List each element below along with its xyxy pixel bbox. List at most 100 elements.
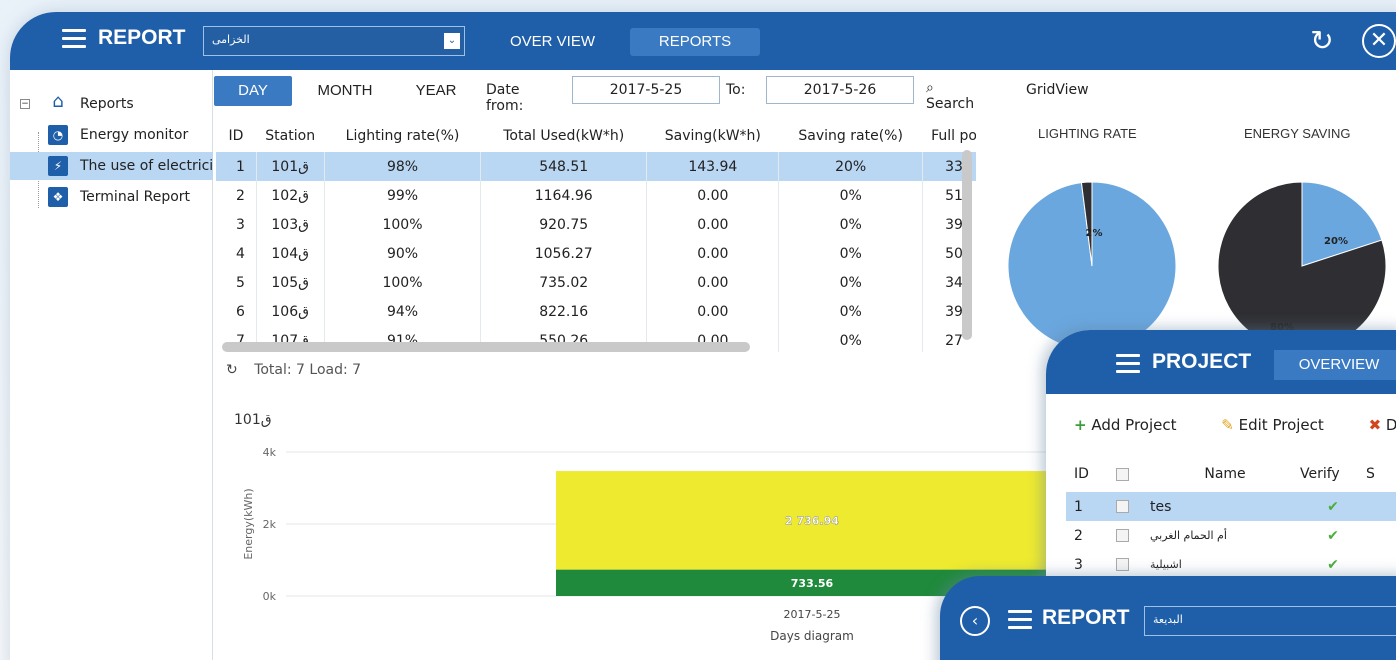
tree-root-reports[interactable]: − ⌂ Reports [10, 90, 213, 118]
column-header-lighting-rate[interactable]: Lighting rate(%) [324, 120, 481, 152]
search-button[interactable]: ⌕ Search [926, 80, 974, 112]
station-select[interactable]: الخزامى ⌄ [203, 26, 465, 56]
table-row[interactable]: 2 ق102 99% 1164.96 0.00 0% 51 [216, 181, 976, 210]
sidebar-item-electricity[interactable]: ⚡ The use of electricit [10, 152, 213, 180]
gridview-button[interactable]: GridView [1026, 82, 1089, 98]
reload-icon[interactable]: ↻ [226, 362, 238, 378]
table-cell: 0% [778, 239, 923, 268]
close-icon[interactable]: ✕ [1362, 24, 1396, 58]
table-row[interactable]: 1 ق101 98% 548.51 143.94 20% 33 [216, 152, 976, 181]
column-header-id[interactable]: ID [1066, 456, 1116, 492]
y-tick-label: 0k [263, 590, 277, 603]
menu-icon[interactable] [1008, 610, 1032, 630]
back-icon[interactable]: ‹ [960, 606, 990, 636]
table-cell: 0% [778, 326, 923, 352]
table-cell: 1 [216, 152, 257, 181]
gauge-icon: ◔ [48, 125, 68, 145]
pie-charts: 98%2%20%80% [1007, 181, 1387, 350]
tab-day[interactable]: DAY [214, 76, 292, 106]
column-header-verify[interactable]: Verify [1300, 456, 1366, 492]
column-header-saving[interactable]: Saving(kW*h) [646, 120, 779, 152]
verify-cell: ✔ [1300, 521, 1366, 550]
nav-overview-button[interactable]: OVER VIEW [490, 28, 615, 56]
project-row[interactable]: 1 tes ✔ [1066, 492, 1396, 521]
row-checkbox-cell[interactable] [1116, 492, 1150, 521]
window-title: REPORT [98, 26, 186, 49]
report-window-2: ‹ REPORT البديعة [940, 576, 1396, 660]
table-cell: 0.00 [646, 297, 780, 326]
column-header-station[interactable]: Station [256, 120, 325, 152]
horizontal-scrollbar[interactable] [222, 342, 750, 352]
plus-icon: + [1074, 416, 1087, 434]
project-name: أم الحمام الغربي [1150, 529, 1227, 542]
table-cell: 0.00 [646, 181, 780, 210]
row-checkbox-cell[interactable] [1116, 521, 1150, 550]
column-header-id[interactable]: ID [216, 120, 256, 152]
sidebar-item-label: Energy monitor [80, 127, 189, 143]
check-icon: ✔ [1327, 498, 1339, 515]
column-header-name[interactable]: Name [1150, 456, 1300, 492]
table-row[interactable]: 6 ق106 94% 822.16 0.00 0% 39 [216, 297, 976, 326]
pie-label: 2% [1086, 228, 1103, 239]
date-to-input[interactable]: 2017-5-26 [766, 76, 914, 104]
vertical-scrollbar[interactable] [962, 150, 972, 340]
date-from-input[interactable]: 2017-5-25 [572, 76, 720, 104]
table-cell: 143.94 [646, 152, 780, 181]
station-select-value: الخزامى [212, 33, 250, 46]
lighting-rate-title: LIGHTING RATE [1038, 126, 1137, 141]
row-checkbox[interactable] [1116, 558, 1129, 571]
table-cell: ق103 [256, 210, 325, 239]
grid-footer: ↻ Total: 7 Load: 7 [226, 362, 361, 378]
sidebar-item-terminal-report[interactable]: ❖ Terminal Report [10, 183, 213, 211]
table-cell: 0.00 [646, 239, 780, 268]
table-cell: 1164.96 [480, 181, 648, 210]
menu-icon[interactable] [62, 29, 86, 49]
menu-icon[interactable] [1116, 354, 1140, 374]
table-row[interactable]: 4 ق104 90% 1056.27 0.00 0% 50 [216, 239, 976, 268]
edit-project-label: Edit Project [1238, 416, 1324, 434]
delete-icon: ✖ [1368, 416, 1382, 434]
column-header-full-power[interactable]: Full po [922, 120, 976, 152]
edit-project-button[interactable]: ✎ Edit Project [1221, 416, 1344, 434]
row-checkbox[interactable] [1116, 500, 1129, 513]
row-checkbox-cell[interactable] [1116, 550, 1150, 579]
column-header-saving-rate[interactable]: Saving rate(%) [778, 120, 923, 152]
add-project-label: Add Project [1091, 416, 1177, 434]
project-toolbar: + Add Project ✎ Edit Project ✖ De [1074, 416, 1396, 434]
collapse-icon[interactable]: − [20, 99, 30, 109]
project-table: ID Name Verify S 1 tes ✔ 2 أم الحمام الغربي ✔… [1066, 456, 1396, 579]
refresh-icon[interactable]: ↻ [1305, 24, 1339, 58]
check-icon: ✔ [1327, 527, 1339, 544]
table-cell: 94% [324, 297, 482, 326]
sidebar: − ⌂ Reports ◔ Energy monitor ⚡ The use o… [10, 70, 213, 660]
row-checkbox[interactable] [1116, 529, 1129, 542]
project-name: اشبيلية [1150, 558, 1182, 571]
table-row[interactable]: 5 ق105 100% 735.02 0.00 0% 34 [216, 268, 976, 297]
table-cell: 5 [216, 268, 257, 297]
y-tick-label: 2k [263, 518, 277, 531]
column-header-total-used[interactable]: Total Used(kW*h) [480, 120, 647, 152]
sidebar-item-energy-monitor[interactable]: ◔ Energy monitor [10, 121, 213, 149]
project-overview-button[interactable]: OVERVIEW [1274, 350, 1396, 380]
report2-station-select[interactable]: البديعة [1144, 606, 1396, 636]
table-row[interactable]: 3 ق103 100% 920.75 0.00 0% 39 [216, 210, 976, 239]
table-cell: 2 [216, 181, 257, 210]
select-all-checkbox[interactable] [1116, 467, 1129, 481]
project-row[interactable]: 3 اشبيلية ✔ [1066, 550, 1396, 579]
table-cell: 1056.27 [480, 239, 648, 268]
nav-reports-button[interactable]: REPORTS [630, 28, 760, 56]
column-header-select[interactable] [1116, 456, 1150, 492]
y-tick-label: 4k [263, 446, 277, 459]
add-project-button[interactable]: + Add Project [1074, 416, 1197, 434]
table-cell: ق106 [256, 297, 325, 326]
tab-year[interactable]: YEAR [406, 76, 466, 106]
table-cell: ق105 [256, 268, 325, 297]
table-cell: 0% [778, 297, 923, 326]
table-cell: 548.51 [480, 152, 648, 181]
tab-month[interactable]: MONTH [306, 76, 384, 106]
column-header-s[interactable]: S [1366, 456, 1396, 492]
delete-project-button[interactable]: ✖ De [1369, 416, 1396, 434]
table-cell: 0.00 [646, 210, 780, 239]
project-row[interactable]: 2 أم الحمام الغربي ✔ [1066, 521, 1396, 550]
data-grid: ID Station Lighting rate(%) Total Used(k… [216, 120, 976, 352]
